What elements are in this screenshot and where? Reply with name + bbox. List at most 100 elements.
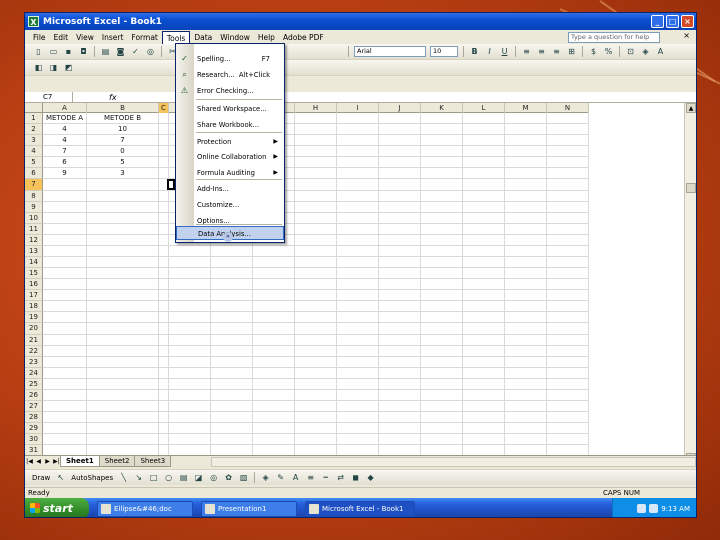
cell-m25[interactable] [505, 378, 547, 390]
close-button[interactable]: × [681, 15, 694, 28]
cell-i30[interactable] [337, 434, 379, 446]
column-header-a[interactable]: A [43, 103, 87, 113]
cell-j30[interactable] [379, 434, 421, 446]
cell-j18[interactable] [379, 301, 421, 313]
cell-k10[interactable] [421, 212, 463, 224]
cell-b19[interactable] [87, 312, 159, 324]
cell-b13[interactable] [87, 245, 159, 258]
tab-sheet3[interactable]: Sheet3 [134, 456, 172, 467]
cell-m4[interactable] [505, 146, 547, 158]
cell-m12[interactable] [505, 234, 547, 246]
cell-n29[interactable] [547, 423, 589, 435]
row-header[interactable]: 9 [25, 201, 43, 213]
cell-a27[interactable] [43, 401, 87, 413]
cell-a9[interactable] [43, 201, 87, 213]
cell-j20[interactable] [379, 323, 421, 335]
menu-data[interactable]: Data [190, 31, 216, 44]
cell-b16[interactable] [87, 279, 159, 291]
cell-e29[interactable] [169, 423, 211, 435]
taskbar-item-excel[interactable]: Microsoft Excel - Book1 [305, 500, 415, 517]
cell-a29[interactable] [43, 423, 87, 435]
cell-a15[interactable] [43, 268, 87, 280]
cell-a1[interactable]: METODE A [43, 113, 87, 125]
cell-e26[interactable] [169, 389, 211, 402]
cell-j11[interactable] [379, 223, 421, 235]
cell-i28[interactable] [337, 412, 379, 424]
cell-n22[interactable] [547, 345, 589, 357]
cell-k26[interactable] [421, 389, 463, 402]
cell-l29[interactable] [463, 423, 505, 435]
cell-m21[interactable] [505, 334, 547, 346]
cell-j14[interactable] [379, 257, 421, 269]
cell-h18[interactable] [295, 301, 337, 313]
cell-k1[interactable] [421, 113, 463, 125]
cell-c6[interactable] [159, 168, 169, 180]
cell-c16[interactable] [159, 279, 169, 291]
cell-a4[interactable]: 7 [43, 146, 87, 158]
cell-l28[interactable] [463, 412, 505, 424]
cell-m14[interactable] [505, 257, 547, 269]
cell-e18[interactable] [169, 301, 211, 313]
cell-h16[interactable] [295, 279, 337, 291]
cell-n12[interactable] [547, 234, 589, 246]
tab-sheet1[interactable]: Sheet1 [60, 456, 100, 467]
cell-a16[interactable] [43, 279, 87, 291]
row-header[interactable]: 21 [25, 334, 43, 346]
cell-e22[interactable] [169, 345, 211, 357]
cell-a25[interactable] [43, 378, 87, 390]
cell-b27[interactable] [87, 401, 159, 413]
cell-n11[interactable] [547, 223, 589, 235]
cell-m17[interactable] [505, 290, 547, 302]
cell-l26[interactable] [463, 389, 505, 402]
cell-l15[interactable] [463, 268, 505, 280]
cell-i6[interactable] [337, 168, 379, 180]
font-color-icon[interactable]: A [655, 46, 667, 58]
spreadsheet-grid[interactable]: ABCEFGHIJKLMN 1METODE AMETODE B241034747… [25, 103, 685, 463]
cell-l14[interactable] [463, 257, 505, 269]
cell-a28[interactable] [43, 412, 87, 424]
cell-c2[interactable] [159, 124, 169, 136]
cell-c29[interactable] [159, 423, 169, 435]
cell-l4[interactable] [463, 146, 505, 158]
cell-i18[interactable] [337, 301, 379, 313]
cell-k24[interactable] [421, 367, 463, 379]
cell-j1[interactable] [379, 113, 421, 125]
cell-c24[interactable] [159, 367, 169, 379]
cell-k8[interactable] [421, 190, 463, 202]
cell-h29[interactable] [295, 423, 337, 435]
column-header-j[interactable]: J [379, 103, 421, 113]
menu-view[interactable]: View [72, 31, 98, 44]
acrobat-convert-icon[interactable]: ◧ [33, 62, 45, 74]
cell-n7[interactable] [547, 179, 589, 191]
cell-k28[interactable] [421, 412, 463, 424]
cell-c27[interactable] [159, 401, 169, 413]
cell-h17[interactable] [295, 290, 337, 302]
cell-b18[interactable] [87, 301, 159, 313]
cell-f14[interactable] [211, 257, 253, 269]
acrobat-review-icon[interactable]: ◩ [63, 62, 75, 74]
cell-b14[interactable] [87, 257, 159, 269]
dash-style-icon[interactable]: ┅ [320, 472, 332, 484]
tools-menu-item[interactable]: Customize... [176, 198, 284, 212]
cell-f18[interactable] [211, 301, 253, 313]
cell-m27[interactable] [505, 401, 547, 413]
cell-c23[interactable] [159, 356, 169, 368]
cell-e21[interactable] [169, 334, 211, 346]
clipart-icon[interactable]: ✿ [223, 472, 235, 484]
row-header[interactable]: 2 [25, 124, 43, 136]
cell-m13[interactable] [505, 245, 547, 258]
cell-j3[interactable] [379, 135, 421, 147]
cell-e23[interactable] [169, 356, 211, 368]
cell-k30[interactable] [421, 434, 463, 446]
cell-b21[interactable] [87, 334, 159, 346]
cell-m11[interactable] [505, 223, 547, 235]
cell-l19[interactable] [463, 312, 505, 324]
cell-b10[interactable] [87, 212, 159, 224]
cell-i21[interactable] [337, 334, 379, 346]
cell-n1[interactable] [547, 113, 589, 125]
cell-l2[interactable] [463, 124, 505, 136]
cell-k18[interactable] [421, 301, 463, 313]
cell-m20[interactable] [505, 323, 547, 335]
cell-b2[interactable]: 10 [87, 124, 159, 136]
cell-e15[interactable] [169, 268, 211, 280]
